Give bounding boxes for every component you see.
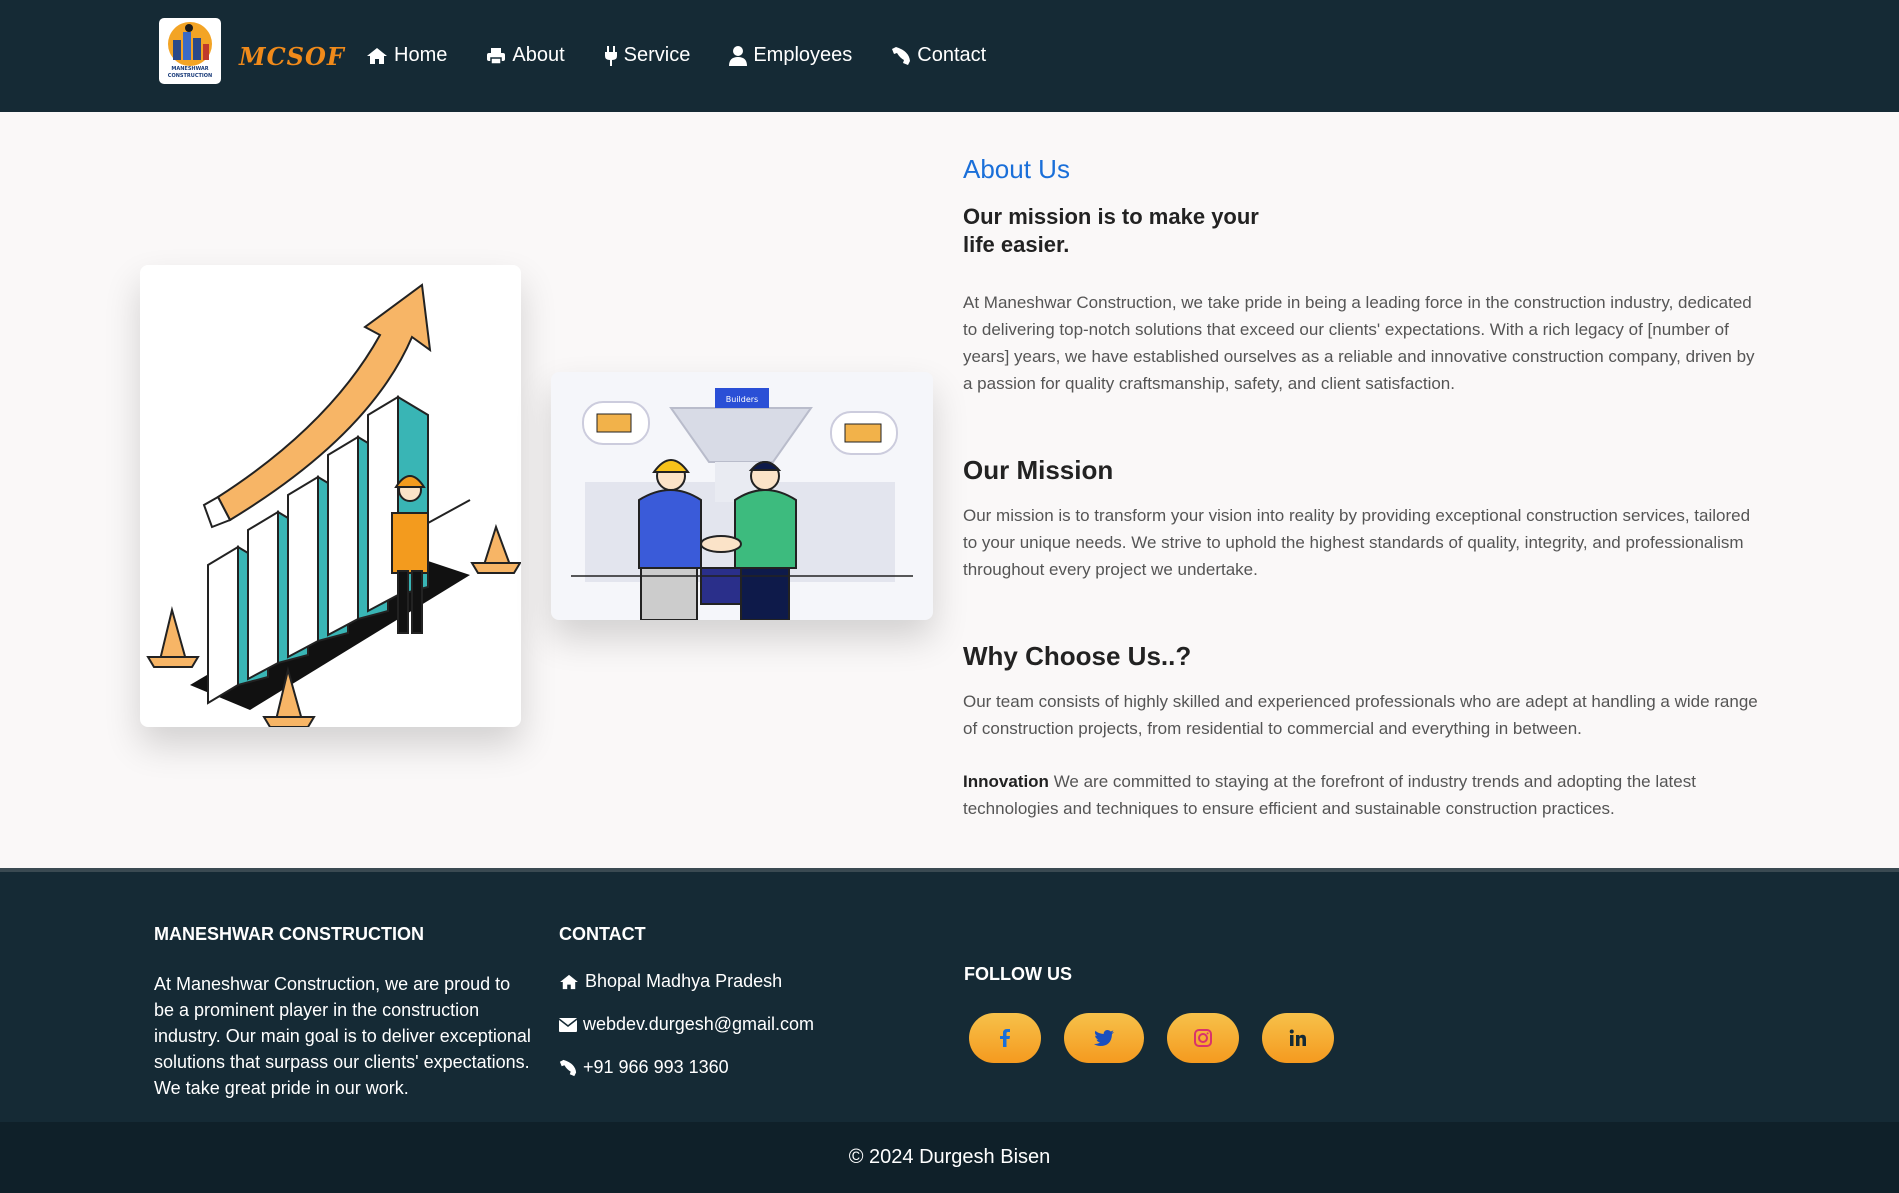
instagram-button[interactable] bbox=[1167, 1013, 1239, 1063]
growth-illustration bbox=[140, 265, 521, 727]
copyright-bar: © 2024 Durgesh Bisen bbox=[0, 1122, 1899, 1193]
navbar: MANESHWAR CONSTRUCTION MCSOF Home About … bbox=[0, 0, 1899, 112]
innovation-body: We are committed to staying at the foref… bbox=[963, 772, 1696, 818]
footer-contact: CONTACT Bhopal Madhya Pradesh webdev.dur… bbox=[559, 924, 889, 1100]
nav-employees[interactable]: Employees bbox=[729, 44, 852, 67]
social-links bbox=[969, 1013, 1364, 1063]
nav-contact[interactable]: Contact bbox=[891, 44, 986, 67]
twitter-button[interactable] bbox=[1064, 1013, 1144, 1063]
innovation-text: Innovation We are committed to staying a… bbox=[963, 768, 1763, 822]
envelope-icon bbox=[559, 1017, 577, 1032]
linkedin-button[interactable] bbox=[1262, 1013, 1334, 1063]
about-title: About Us bbox=[963, 154, 1070, 184]
nav-service[interactable]: Service bbox=[604, 44, 691, 67]
linkedin-icon bbox=[1289, 1029, 1306, 1046]
print-icon bbox=[487, 47, 506, 65]
facebook-icon bbox=[1000, 1029, 1010, 1047]
home-icon bbox=[367, 47, 387, 64]
handshake-illustration: Builders bbox=[551, 372, 933, 620]
about-content: About Us Our mission is to make your lif… bbox=[963, 154, 1763, 822]
footer-email-text: webdev.durgesh@gmail.com bbox=[583, 1014, 815, 1034]
mission-text: Our mission is to transform your vision … bbox=[963, 506, 1751, 579]
footer-company-title: MANESHWAR CONSTRUCTION bbox=[154, 924, 424, 944]
innovation-label: Innovation bbox=[963, 772, 1049, 791]
about-section: Builders About Us Our mission is to make bbox=[0, 112, 1899, 868]
footer-contact-title: CONTACT bbox=[559, 924, 646, 944]
twitter-icon bbox=[1094, 1030, 1114, 1046]
plug-icon bbox=[604, 45, 617, 66]
nav-about[interactable]: About bbox=[486, 44, 565, 67]
svg-text:CONSTRUCTION: CONSTRUCTION bbox=[168, 73, 212, 79]
nav-links: Home About Service Employees Contact bbox=[366, 44, 1025, 67]
nav-service-label: Service bbox=[623, 44, 691, 66]
footer-company: MANESHWAR CONSTRUCTION At Maneshwar Cons… bbox=[154, 924, 534, 1101]
svg-text:MANESHWAR: MANESHWAR bbox=[171, 66, 208, 72]
nav-home[interactable]: Home bbox=[366, 44, 447, 67]
mission-heading: Our mission is to make your life easier. bbox=[963, 204, 1259, 257]
home-icon bbox=[560, 974, 578, 989]
phone-icon bbox=[892, 46, 911, 65]
logo-image[interactable]: MANESHWAR CONSTRUCTION bbox=[159, 18, 221, 84]
footer-email[interactable]: webdev.durgesh@gmail.com bbox=[559, 1014, 889, 1035]
nav-home-label: Home bbox=[394, 44, 448, 66]
footer-phone[interactable]: +91 966 993 1360 bbox=[559, 1057, 889, 1078]
footer-follow: FOLLOW US bbox=[964, 964, 1364, 1063]
facebook-button[interactable] bbox=[969, 1013, 1041, 1063]
footer-address-text: Bhopal Madhya Pradesh bbox=[585, 971, 783, 991]
footer: MANESHWAR CONSTRUCTION At Maneshwar Cons… bbox=[0, 868, 1899, 1122]
intro-text: At Maneshwar Construction, we take pride… bbox=[963, 293, 1755, 393]
builders-badge: Builders bbox=[726, 395, 758, 404]
user-icon bbox=[729, 45, 748, 66]
footer-address: Bhopal Madhya Pradesh bbox=[559, 971, 889, 992]
nav-contact-label: Contact bbox=[917, 44, 987, 66]
footer-follow-title: FOLLOW US bbox=[964, 964, 1072, 984]
footer-company-text: At Maneshwar Construction, we are proud … bbox=[154, 974, 531, 1098]
instagram-icon bbox=[1194, 1029, 1212, 1047]
brand-name[interactable]: MCSOF bbox=[239, 42, 345, 71]
phone-icon bbox=[559, 1059, 577, 1076]
why-choose-text: Our team consists of highly skilled and … bbox=[963, 692, 1758, 738]
our-mission-title: Our Mission bbox=[963, 455, 1114, 485]
footer-phone-text: +91 966 993 1360 bbox=[583, 1057, 729, 1077]
why-choose-title: Why Choose Us..? bbox=[963, 641, 1192, 671]
copyright-text: © 2024 Durgesh Bisen bbox=[848, 1146, 1051, 1168]
nav-employees-label: Employees bbox=[753, 44, 853, 66]
nav-about-label: About bbox=[512, 44, 565, 66]
